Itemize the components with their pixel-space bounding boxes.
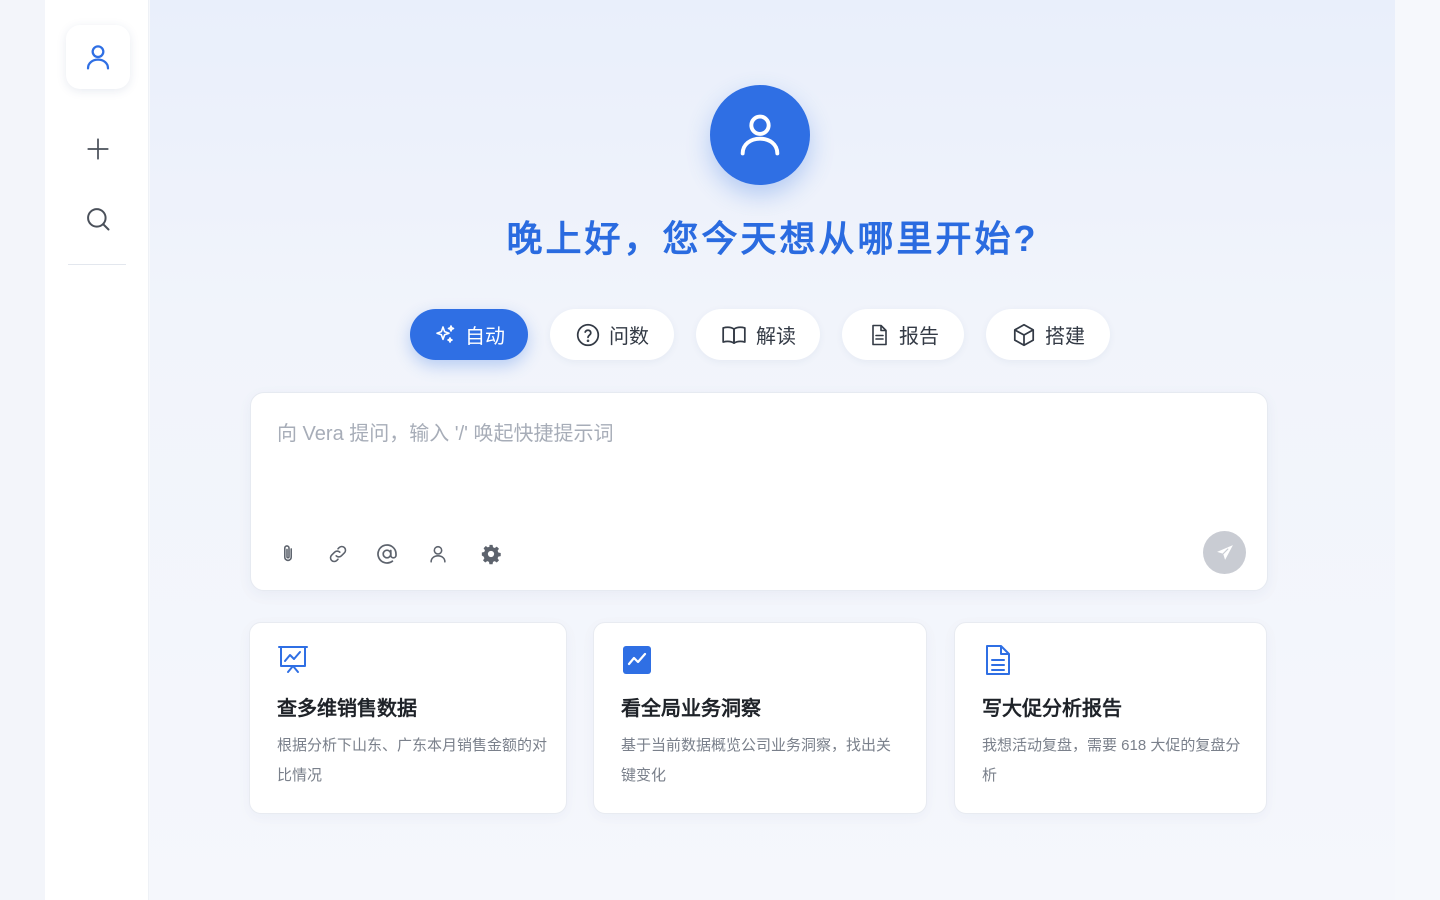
send-icon xyxy=(1216,544,1233,560)
mode-tab-build[interactable]: 搭建 xyxy=(986,309,1110,360)
sidebar-avatar-button[interactable] xyxy=(66,25,130,89)
link-icon xyxy=(329,545,347,563)
trend-chart-icon xyxy=(623,646,651,674)
new-chat-button[interactable] xyxy=(78,129,118,169)
mode-tab-label: 搭建 xyxy=(1045,326,1085,348)
mode-tab-label: 自动 xyxy=(465,326,505,348)
left-margin xyxy=(0,0,45,900)
card-title: 写大促分析报告 xyxy=(982,698,1122,720)
card-description: 根据分析下山东、广东本月销售金额的对比情况 xyxy=(277,737,548,784)
greeting-title: 晚上好，您今天想从哪里开始? xyxy=(506,218,1039,259)
document-icon xyxy=(872,324,887,345)
sidebar xyxy=(45,0,149,900)
mention-button[interactable] xyxy=(374,541,400,567)
link-button[interactable] xyxy=(325,541,351,567)
card-description: 基于当前数据概览公司业务洞察，找出关键变化 xyxy=(621,737,892,784)
attachment-icon xyxy=(284,545,292,562)
card-title: 查多维销售数据 xyxy=(277,698,417,720)
sparkle-icon xyxy=(436,324,455,343)
prompt-box xyxy=(250,392,1268,591)
card-title: 看全局业务洞察 xyxy=(621,698,761,720)
sidebar-divider xyxy=(68,264,126,265)
mode-tab-auto[interactable]: 自动 xyxy=(410,309,528,360)
attach-button[interactable] xyxy=(275,541,301,567)
suggestion-card-report[interactable]: 写大促分析报告 我想活动复盘，需要 618 大促的复盘分析 xyxy=(954,622,1267,814)
prompt-input[interactable] xyxy=(277,417,1227,497)
user-icon xyxy=(430,545,446,563)
document-icon xyxy=(986,645,1010,675)
presentation-chart-icon xyxy=(278,646,308,673)
suggestion-card-insights[interactable]: 看全局业务洞察 基于当前数据概览公司业务洞察，找出关键变化 xyxy=(593,622,927,814)
plus-icon xyxy=(87,138,109,160)
question-circle-icon xyxy=(576,323,600,346)
settings-icon xyxy=(481,544,501,565)
user-icon xyxy=(86,45,110,70)
user-icon xyxy=(740,114,780,156)
suggestion-card-sales-data[interactable]: 查多维销售数据 根据分析下山东、广东本月销售金额的对比情况 xyxy=(249,622,567,814)
send-button[interactable] xyxy=(1203,531,1246,574)
mode-tab-interpret[interactable]: 解读 xyxy=(696,309,820,360)
right-margin xyxy=(1395,0,1440,900)
mode-tabs: 自动 问数 解读 报告 搭建 xyxy=(410,309,1110,360)
book-icon xyxy=(722,325,746,344)
mode-tab-report[interactable]: 报告 xyxy=(842,309,964,360)
search-button[interactable] xyxy=(78,199,118,239)
search-icon xyxy=(87,208,110,231)
at-icon xyxy=(377,544,397,564)
main-area: 晚上好，您今天想从哪里开始? 自动 问数 解读 报告 搭建 向 Vera 提问，… xyxy=(150,0,1395,900)
cube-icon xyxy=(1013,323,1035,346)
settings-button[interactable] xyxy=(478,541,504,567)
mode-tab-label: 解读 xyxy=(756,326,796,348)
assistant-avatar xyxy=(710,85,810,185)
mode-tab-label: 问数 xyxy=(609,326,649,348)
card-description: 我想活动复盘，需要 618 大促的复盘分析 xyxy=(982,737,1241,784)
mode-tab-query[interactable]: 问数 xyxy=(550,309,674,360)
persona-button[interactable] xyxy=(425,541,451,567)
mode-tab-label: 报告 xyxy=(899,326,939,348)
